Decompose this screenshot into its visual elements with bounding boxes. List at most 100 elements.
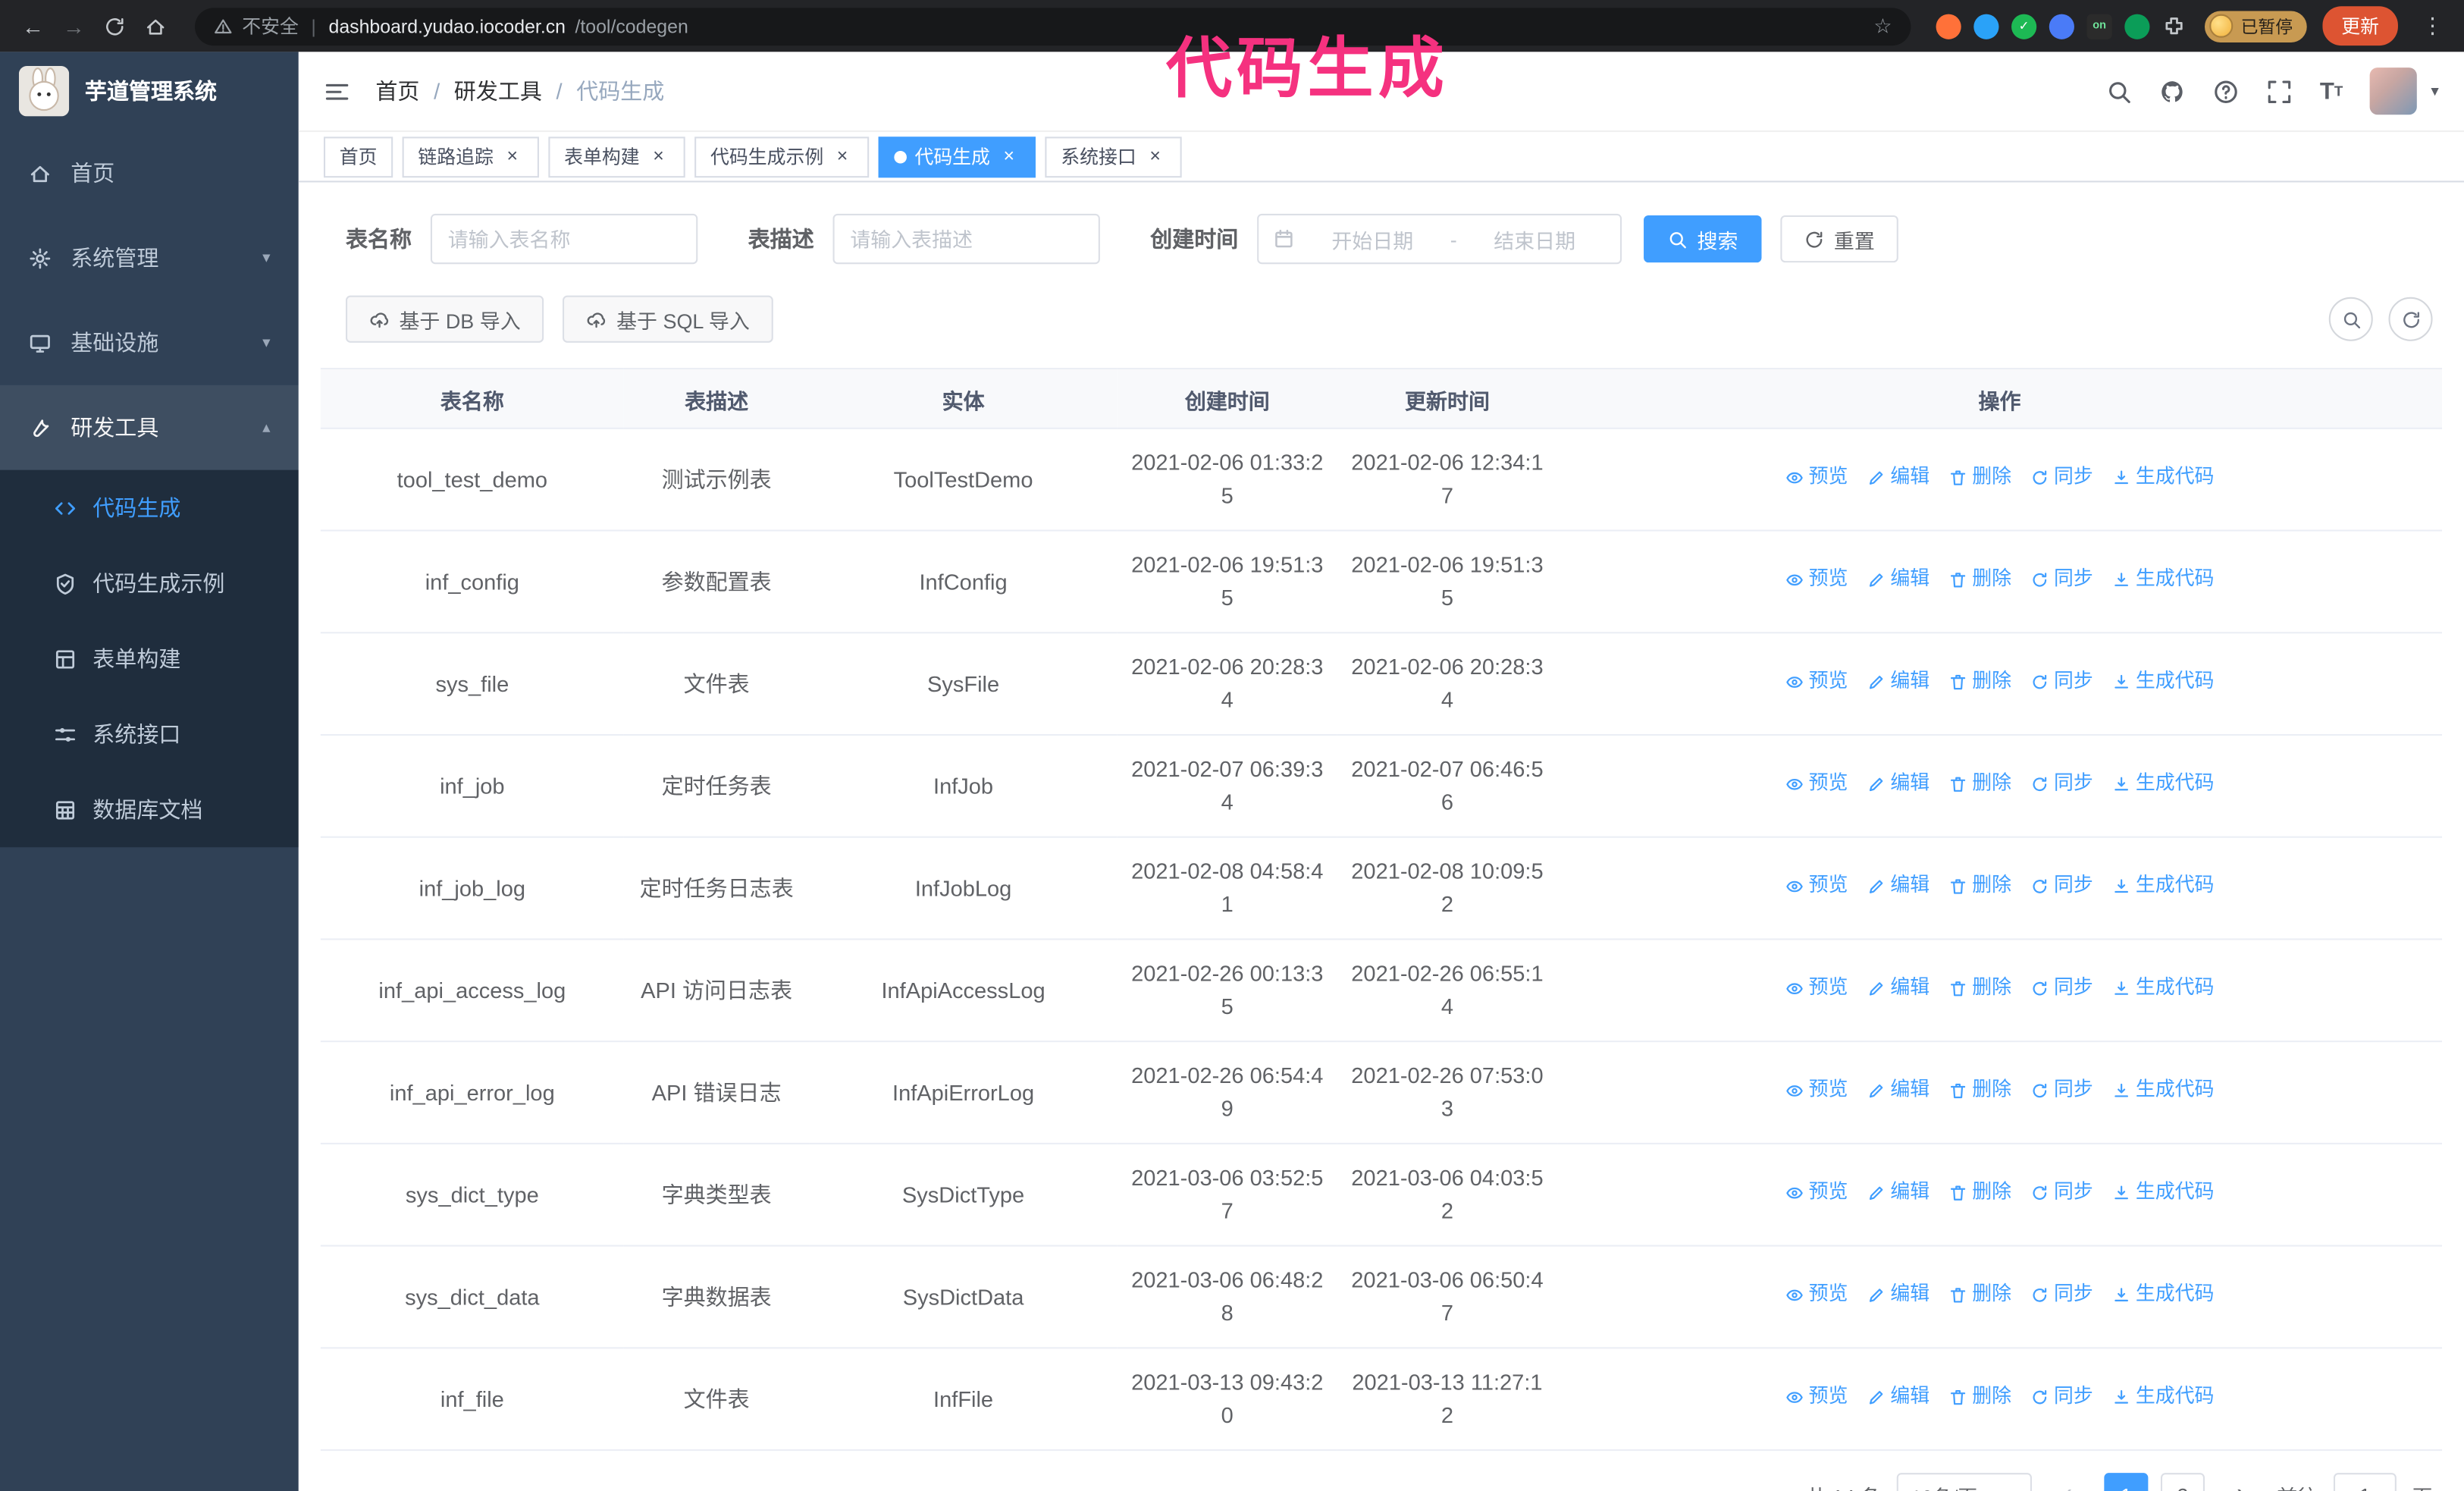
browser-forward-button[interactable]: → [57,8,92,43]
browser-update-button[interactable]: 更新 [2322,6,2398,46]
search-icon[interactable] [2106,78,2133,105]
preview-action-link[interactable]: 预览 [1785,769,1848,799]
sidebar-item-codegen-demo[interactable]: 代码生成示例 [0,545,299,620]
github-icon[interactable] [2160,78,2187,105]
sidebar-item-system[interactable]: 系统管理 ▾ [0,215,299,300]
edit-action-link[interactable]: 编辑 [1867,1383,1930,1412]
generate-code-action-link[interactable]: 生成代码 [2112,1280,2214,1310]
delete-action-link[interactable]: 删除 [1948,769,2011,799]
extension-icon-5[interactable]: on [2086,13,2112,39]
extension-icon-4[interactable] [2049,13,2074,39]
sync-action-link[interactable]: 同步 [2030,1383,2093,1412]
delete-action-link[interactable]: 删除 [1948,1075,2011,1105]
sync-action-link[interactable]: 同步 [2030,1178,2093,1207]
tab-close-icon[interactable]: × [1144,146,1166,168]
edit-action-link[interactable]: 编辑 [1867,1075,1930,1105]
extension-icon-3[interactable]: ✓ [2011,13,2037,39]
profile-paused-chip[interactable]: 已暂停 [2204,10,2307,42]
sync-action-link[interactable]: 同步 [2030,1280,2093,1310]
delete-action-link[interactable]: 删除 [1948,1178,2011,1207]
sync-action-link[interactable]: 同步 [2030,1075,2093,1105]
edit-action-link[interactable]: 编辑 [1867,974,1930,1003]
preview-action-link[interactable]: 预览 [1785,565,1848,595]
sync-action-link[interactable]: 同步 [2030,667,2093,696]
sidebar-item-form-builder[interactable]: 表单构建 [0,621,299,696]
prev-page-button[interactable]: ‹ [2048,1473,2089,1491]
browser-menu-icon[interactable]: ⋮ [2417,13,2448,39]
sidebar-item-dev-tools[interactable]: 研发工具 ▴ [0,385,299,470]
next-page-button[interactable]: › [2221,1473,2262,1491]
tab-trace[interactable]: 链路追踪 × [402,136,540,177]
generate-code-action-link[interactable]: 生成代码 [2112,463,2214,492]
tab-form-builder[interactable]: 表单构建 × [548,136,685,177]
page-button-1[interactable]: 1 [2104,1473,2149,1491]
preview-action-link[interactable]: 预览 [1785,974,1848,1003]
tab-close-icon[interactable]: × [832,146,854,168]
edit-action-link[interactable]: 编辑 [1867,463,1930,492]
table-name-input[interactable] [430,213,698,265]
delete-action-link[interactable]: 删除 [1948,1383,2011,1412]
tab-codegen-demo[interactable]: 代码生成示例 × [694,136,870,177]
sidebar-item-db-doc[interactable]: 数据库文档 [0,772,299,847]
bookmark-star-icon[interactable]: ☆ [1873,14,1892,39]
refresh-table-button[interactable] [2388,297,2433,341]
preview-action-link[interactable]: 预览 [1785,1178,1848,1207]
sync-action-link[interactable]: 同步 [2030,565,2093,595]
delete-action-link[interactable]: 删除 [1948,1280,2011,1310]
hamburger-icon[interactable] [324,78,350,105]
toggle-search-button[interactable] [2328,297,2373,341]
generate-code-action-link[interactable]: 生成代码 [2112,565,2214,595]
generate-code-action-link[interactable]: 生成代码 [2112,769,2214,799]
reset-button[interactable]: 重置 [1780,215,1898,263]
edit-action-link[interactable]: 编辑 [1867,667,1930,696]
import-sql-button[interactable]: 基于 SQL 导入 [563,295,773,343]
page-button-2[interactable]: 2 [2160,1473,2205,1491]
browser-home-button[interactable] [138,8,173,43]
breadcrumb-item[interactable]: 研发工具 [454,75,542,106]
tab-home[interactable]: 首页 [323,136,393,177]
help-icon[interactable] [2213,78,2240,105]
edit-action-link[interactable]: 编辑 [1867,871,1930,901]
sidebar-item-home[interactable]: 首页 [0,130,299,215]
table-desc-input[interactable] [832,213,1100,265]
preview-action-link[interactable]: 预览 [1785,1280,1848,1310]
search-button[interactable]: 搜索 [1644,215,1762,263]
extension-icon-6[interactable] [2124,13,2150,39]
generate-code-action-link[interactable]: 生成代码 [2112,871,2214,901]
tab-codegen[interactable]: 代码生成 × [878,136,1036,177]
extension-icon-1[interactable] [1936,13,1961,39]
tab-close-icon[interactable]: × [647,146,669,168]
browser-address-bar[interactable]: 不安全 | dashboard.yudao.iocoder.cn/tool/co… [195,7,1911,46]
tab-close-icon[interactable]: × [501,146,523,168]
generate-code-action-link[interactable]: 生成代码 [2112,1383,2214,1412]
sync-action-link[interactable]: 同步 [2030,769,2093,799]
preview-action-link[interactable]: 预览 [1785,1075,1848,1105]
preview-action-link[interactable]: 预览 [1785,463,1848,492]
tab-api[interactable]: 系统接口 × [1045,136,1182,177]
tab-close-icon[interactable]: × [998,146,1020,168]
goto-page-input[interactable] [2333,1473,2397,1491]
user-avatar[interactable] [2369,67,2417,115]
sync-action-link[interactable]: 同步 [2030,871,2093,901]
breadcrumb-item[interactable]: 首页 [375,75,419,106]
preview-action-link[interactable]: 预览 [1785,1383,1848,1412]
chevron-down-icon[interactable]: ▾ [2431,83,2438,100]
sidebar-item-infrastructure[interactable]: 基础设施 ▾ [0,300,299,385]
preview-action-link[interactable]: 预览 [1785,871,1848,901]
generate-code-action-link[interactable]: 生成代码 [2112,667,2214,696]
page-size-select[interactable]: 10条/页 ▾ [1896,1473,2032,1491]
edit-action-link[interactable]: 编辑 [1867,1178,1930,1207]
delete-action-link[interactable]: 删除 [1948,871,2011,901]
date-range-picker[interactable]: 开始日期 - 结束日期 [1257,213,1622,265]
edit-action-link[interactable]: 编辑 [1867,1280,1930,1310]
generate-code-action-link[interactable]: 生成代码 [2112,1178,2214,1207]
delete-action-link[interactable]: 删除 [1948,565,2011,595]
extension-icon-2[interactable] [1973,13,1999,39]
edit-action-link[interactable]: 编辑 [1867,769,1930,799]
extensions-puzzle-icon[interactable] [2162,14,2186,38]
import-db-button[interactable]: 基于 DB 导入 [345,295,544,343]
browser-reload-button[interactable] [98,8,133,43]
font-size-icon[interactable]: TT [2320,78,2343,105]
browser-back-button[interactable]: ← [16,8,51,43]
fullscreen-icon[interactable] [2266,78,2293,105]
